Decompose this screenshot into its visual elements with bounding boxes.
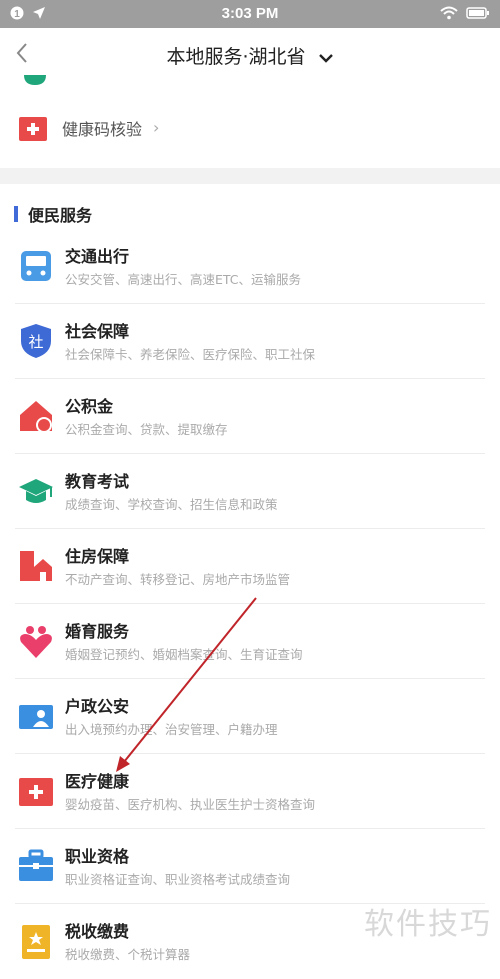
heart-icon xyxy=(17,622,55,660)
section-divider xyxy=(0,168,500,184)
building-icon xyxy=(17,547,55,585)
navigation-bar: 本地服务·湖北省 xyxy=(0,28,500,80)
service-name: 交通出行 xyxy=(65,247,130,266)
service-name: 户政公安 xyxy=(65,697,130,716)
house-fund-icon xyxy=(17,397,55,435)
bus-icon xyxy=(17,247,55,285)
service-desc: 公积金查询、贷款、提取缴存 xyxy=(65,422,228,437)
service-name: 医疗健康 xyxy=(65,772,130,791)
id-card-icon xyxy=(17,697,55,735)
status-bar: 1 3:03 PM xyxy=(0,0,500,28)
service-name: 社会保障 xyxy=(65,322,130,341)
service-name: 婚育服务 xyxy=(65,622,130,641)
chevron-down-icon xyxy=(318,47,334,69)
service-desc: 婴幼疫苗、医疗机构、执业医生护士资格查询 xyxy=(65,797,316,812)
wifi-icon xyxy=(440,6,458,24)
service-desc: 税收缴费、个税计算器 xyxy=(65,947,191,962)
tax-icon xyxy=(17,922,55,960)
briefcase-icon xyxy=(17,847,55,885)
medical-cross-icon xyxy=(19,115,47,143)
health-code-row[interactable]: 健康码核验 › xyxy=(0,104,500,148)
service-item-public-security[interactable]: 户政公安 出入境预约办理、治安管理、户籍办理 xyxy=(0,679,500,754)
service-item-transport[interactable]: 交通出行 公安交管、高速出行、高速ETC、运输服务 xyxy=(0,229,500,304)
service-item-qualification[interactable]: 职业资格 职业资格证查询、职业资格考试成绩查询 xyxy=(0,829,500,904)
service-desc: 不动产查询、转移登记、房地产市场监管 xyxy=(65,572,291,587)
partial-icon xyxy=(24,72,46,85)
service-name: 职业资格 xyxy=(65,847,130,866)
service-name: 公积金 xyxy=(65,397,114,416)
section-title: 便民服务 xyxy=(28,206,93,225)
section-header: 便民服务 xyxy=(14,204,93,225)
convenience-services-section: 便民服务 交通出行 公安交管、高速出行、高速ETC、运输服务 社 社会保障 社会… xyxy=(0,184,500,962)
service-item-medical[interactable]: 医疗健康 婴幼疫苗、医疗机构、执业医生护士资格查询 xyxy=(0,754,500,829)
chevron-right-icon: › xyxy=(153,118,160,137)
service-desc: 出入境预约办理、治安管理、户籍办理 xyxy=(65,722,278,737)
service-desc: 婚姻登记预约、婚姻档案查询、生育证查询 xyxy=(65,647,303,662)
battery-icon xyxy=(466,6,490,24)
watermark: 软件技巧 xyxy=(364,907,492,942)
service-item-housing-fund[interactable]: 公积金 公积金查询、贷款、提取缴存 xyxy=(0,379,500,454)
health-code-label: 健康码核验 xyxy=(62,120,143,139)
section-accent-bar xyxy=(14,206,18,222)
service-desc: 社会保障卡、养老保险、医疗保险、职工社保 xyxy=(65,347,316,362)
status-time: 3:03 PM xyxy=(221,5,279,22)
page-title-region-selector[interactable]: 本地服务·湖北省 xyxy=(0,42,500,69)
page-title: 本地服务·湖北省 xyxy=(166,46,306,68)
service-item-marriage[interactable]: 婚育服务 婚姻登记预约、婚姻档案查询、生育证查询 xyxy=(0,604,500,679)
service-item-housing[interactable]: 住房保障 不动产查询、转移登记、房地产市场监管 xyxy=(0,529,500,604)
service-desc: 公安交管、高速出行、高速ETC、运输服务 xyxy=(65,272,302,287)
graduation-cap-icon xyxy=(17,472,55,510)
service-item-education[interactable]: 教育考试 成绩查询、学校查询、招生信息和政策 xyxy=(0,454,500,529)
service-desc: 职业资格证查询、职业资格考试成绩查询 xyxy=(65,872,291,887)
service-name: 住房保障 xyxy=(65,547,130,566)
service-name: 教育考试 xyxy=(65,472,130,491)
svg-text:社: 社 xyxy=(28,333,43,351)
medical-cross-icon xyxy=(17,772,55,810)
service-name: 税收缴费 xyxy=(65,922,130,941)
service-desc: 成绩查询、学校查询、招生信息和政策 xyxy=(65,497,278,512)
service-item-social-security[interactable]: 社 社会保障 社会保障卡、养老保险、医疗保险、职工社保 xyxy=(0,304,500,379)
shield-icon: 社 xyxy=(17,322,55,360)
